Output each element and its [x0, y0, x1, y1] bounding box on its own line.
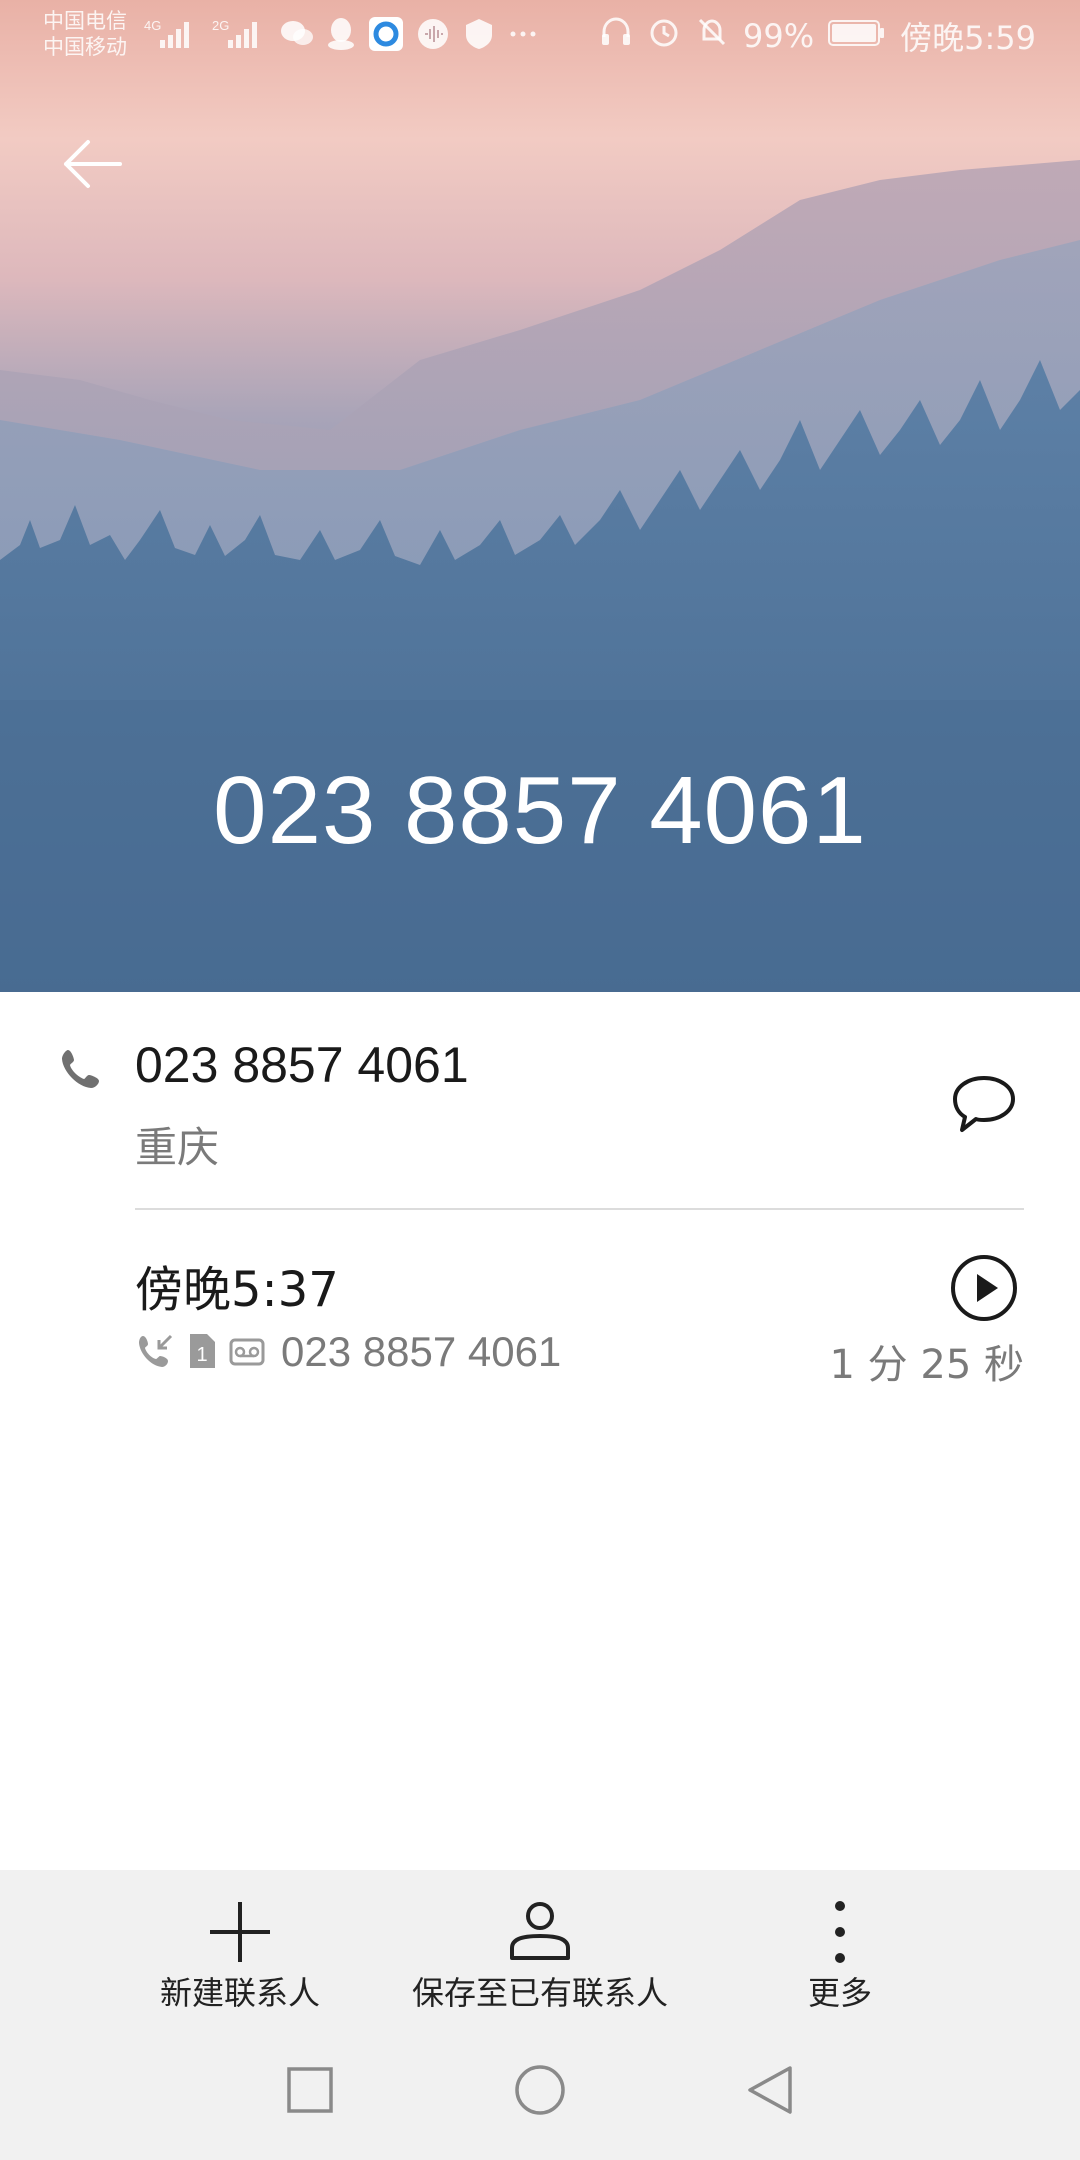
more-button[interactable]: 更多 [760, 1870, 920, 2030]
number-location: 重庆 [135, 1123, 220, 1172]
bottom-action-bar: 新建联系人 保存至已有联系人 更多 [0, 1870, 1080, 2030]
status-right: 99% 傍晚5:59 [599, 12, 1036, 60]
headset-icon [599, 15, 633, 57]
more-vertical-icon [835, 1901, 845, 1963]
call-log-entry[interactable]: 傍晚5:37 1 023 8857 4061 1 分 25 秒 [0, 1210, 1080, 1410]
voicemail-icon [229, 1338, 265, 1366]
signal-4g-icon: 4G [144, 16, 200, 56]
call-log-number: 023 8857 4061 [281, 1328, 562, 1375]
call-time: 傍晚5:37 [135, 1262, 339, 1318]
carrier-2: 中国移动 [43, 35, 127, 59]
browser-app-icon [368, 16, 404, 56]
mute-bell-icon [695, 15, 729, 57]
system-navigation-bar [0, 2030, 1080, 2160]
triangle-back-icon [748, 2066, 792, 2114]
new-contact-label: 新建联系人 [159, 1974, 320, 2012]
status-left-icons: 4G 2G [144, 14, 538, 58]
new-contact-button[interactable]: 新建联系人 [140, 1870, 340, 2030]
battery-percent: 99% [743, 17, 815, 55]
hero-banner: 中国电信 中国移动 4G 2G 99% 傍晚5:59 023 8857 4061 [0, 0, 1080, 992]
shield-app-icon [462, 17, 496, 55]
sim-card-icon: 1 [190, 1334, 215, 1368]
message-button[interactable] [948, 1068, 1020, 1140]
circle-icon [515, 2065, 565, 2115]
call-detail-screen: 中国电信 中国移动 4G 2G 99% 傍晚5:59 023 8857 4061… [0, 0, 1080, 2160]
clock-time: 傍晚5:59 [900, 19, 1036, 57]
battery-icon [828, 17, 886, 55]
play-icon [951, 1255, 1017, 1321]
qq-icon [326, 17, 356, 55]
back-button[interactable] [58, 128, 130, 200]
signal-2g-icon: 2G [212, 16, 268, 56]
back-arrow-icon [64, 140, 122, 188]
more-notifications-icon [508, 24, 538, 48]
more-label: 更多 [807, 1974, 872, 2012]
recent-apps-button[interactable] [280, 2060, 340, 2120]
carrier-labels: 中国电信 中国移动 [43, 8, 127, 60]
contact-number: 023 8857 4061 [135, 1037, 469, 1093]
home-button[interactable] [510, 2060, 570, 2120]
save-to-existing-label: 保存至已有联系人 [411, 1974, 668, 2012]
sim-number: 1 [196, 1344, 207, 1366]
person-icon [510, 1902, 570, 1960]
caller-number-title: 023 8857 4061 [213, 757, 867, 864]
status-bar: 中国电信 中国移动 4G 2G 99% 傍晚5:59 [0, 0, 1080, 72]
net-2-label: 2G [212, 18, 229, 33]
audio-app-icon [416, 17, 450, 55]
wechat-icon [280, 19, 314, 53]
call-meta: 1 023 8857 4061 [135, 1328, 561, 1376]
call-duration: 1 分 25 秒 [829, 1342, 1025, 1388]
phone-icon [62, 1050, 99, 1088]
play-recording-button[interactable] [948, 1252, 1020, 1324]
incoming-call-icon [139, 1334, 173, 1367]
alarm-icon [647, 15, 681, 57]
save-to-existing-button[interactable]: 保存至已有联系人 [390, 1870, 690, 2030]
square-icon [287, 2067, 333, 2113]
contact-number-row[interactable]: 023 8857 4061 重庆 [0, 992, 1080, 1210]
net-1-label: 4G [144, 18, 161, 33]
message-icon [953, 1076, 1015, 1132]
plus-icon [210, 1902, 270, 1962]
nav-back-button[interactable] [740, 2060, 800, 2120]
carrier-1: 中国电信 [43, 9, 127, 33]
